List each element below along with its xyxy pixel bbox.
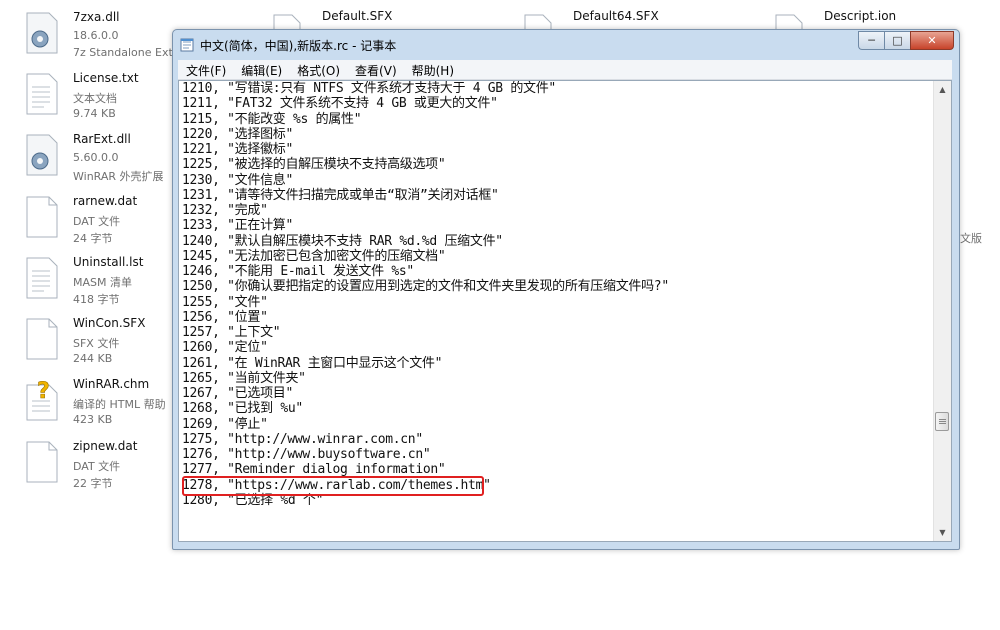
text-line: 1225, "被选择的自解压模块不支持高级选项" — [182, 157, 446, 173]
maximize-icon: □ — [892, 34, 903, 47]
text-line: 1232, "完成" — [182, 203, 268, 218]
text-line: 1257, "上下文" — [182, 325, 281, 340]
stray-file-label: 文版 — [960, 232, 982, 245]
file-type: MASM 清单 — [73, 276, 132, 289]
file-size: 7z Standalone Ext — [73, 46, 173, 59]
file-item-winrar-chm[interactable]: ? WinRAR.chm 编译的 HTML 帮助 423 KB — [25, 377, 195, 435]
file-item-rarnew[interactable]: rarnew.dat DAT 文件 24 字节 — [25, 194, 195, 252]
menu-bar: 文件(F) 编辑(E) 格式(O) 查看(V) 帮助(H) — [178, 60, 952, 80]
minimize-icon: ─ — [868, 34, 875, 47]
file-name: zipnew.dat — [73, 439, 138, 453]
gear-file-icon — [26, 12, 58, 54]
file-name: Uninstall.lst — [73, 255, 144, 269]
maximize-button[interactable]: □ — [884, 31, 910, 50]
text-line: 1275, "http://www.winrar.com.cn" — [182, 431, 423, 447]
text-file-icon — [26, 73, 58, 115]
blank-file-icon — [26, 318, 58, 360]
blank-file-icon — [26, 441, 58, 483]
file-name: License.txt — [73, 71, 139, 85]
text-line: 1220, "选择图标" — [182, 126, 294, 142]
text-line: 1211, "FAT32 文件系统不支持 4 GB 或更大的文件" — [182, 96, 498, 112]
notepad-icon — [180, 38, 194, 52]
file-size: WinRAR 外壳扩展 — [73, 170, 164, 183]
gear-file-icon — [26, 134, 58, 176]
window-title: 中文(简体，中国),新版本.rc - 记事本 — [200, 39, 397, 53]
menu-help[interactable]: 帮助(H) — [404, 60, 461, 79]
file-item-wincon[interactable]: WinCon.SFX SFX 文件 244 KB — [25, 316, 195, 374]
text-line: 1276, "http://www.buysoftware.cn" — [182, 447, 431, 462]
text-line: 1210, "写错误:只有 NTFS 文件系统才支持大于 4 GB 的文件" — [182, 81, 556, 96]
file-type: 编译的 HTML 帮助 — [73, 398, 166, 411]
file-type: 文本文档 — [73, 92, 117, 105]
file-item-7zxa[interactable]: 7zxa.dll 18.6.0.0 7z Standalone Ext — [25, 10, 195, 68]
file-type: DAT 文件 — [73, 460, 121, 473]
file-size: 22 字节 — [73, 477, 113, 490]
text-line: 1256, "位置" — [182, 309, 268, 325]
file-size: 9.74 KB — [73, 107, 116, 120]
file-name: Descript.ion — [824, 9, 897, 23]
menu-edit[interactable]: 编辑(E) — [233, 60, 289, 79]
text-line: 1267, "已选项目" — [182, 386, 294, 401]
text-line: 1230, "文件信息" — [182, 172, 294, 188]
file-type: DAT 文件 — [73, 215, 121, 228]
text-line: 1231, "请等待文件扫描完成或单击“取消”关闭对话框" — [182, 187, 499, 203]
text-line: 1269, "停止" — [182, 416, 268, 432]
text-line: 1245, "无法加密已包含加密文件的压缩文档" — [182, 248, 446, 264]
vertical-scrollbar[interactable]: ▲ ▼ — [933, 81, 951, 541]
svg-text:?: ? — [37, 379, 50, 404]
file-name: WinCon.SFX — [73, 316, 146, 330]
file-size: 423 KB — [73, 413, 113, 426]
text-line: 1221, "选择徽标" — [182, 142, 294, 157]
text-line: 1233, "正在计算" — [182, 218, 294, 234]
text-line: 1250, "你确认要把指定的设置应用到选定的文件和文件夹里发现的所有压缩文件吗… — [182, 279, 669, 295]
close-button[interactable]: ✕ — [910, 31, 954, 50]
file-size: 244 KB — [73, 352, 113, 365]
file-type: 18.6.0.0 — [73, 29, 119, 42]
file-name: Default.SFX — [322, 9, 393, 23]
file-name: 7zxa.dll — [73, 10, 120, 24]
file-size: 24 字节 — [73, 232, 113, 245]
menu-view[interactable]: 查看(V) — [347, 60, 404, 79]
scroll-up-arrow-icon[interactable]: ▲ — [934, 81, 951, 98]
file-item-license[interactable]: License.txt 文本文档 9.74 KB — [25, 71, 195, 129]
text-file-icon — [26, 257, 58, 299]
text-line: 1261, "在 WinRAR 主窗口中显示这个文件" — [182, 355, 443, 371]
file-item-zipnew[interactable]: zipnew.dat DAT 文件 22 字节 — [25, 439, 195, 497]
file-name: RarExt.dll — [73, 132, 131, 146]
file-size: 418 字节 — [73, 293, 120, 306]
file-type: SFX 文件 — [73, 337, 120, 350]
text-line: 1255, "文件" — [182, 294, 268, 310]
file-item-uninstall[interactable]: Uninstall.lst MASM 清单 418 字节 — [25, 255, 195, 313]
file-name: Default64.SFX — [573, 9, 659, 23]
menu-file[interactable]: 文件(F) — [178, 60, 233, 79]
title-bar[interactable]: 中文(简体，中国),新版本.rc - 记事本 ─ □ ✕ — [173, 30, 959, 60]
file-type: 5.60.0.0 — [73, 151, 119, 164]
text-line: 1240, "默认自解压模块不支持 RAR %d.%d 压缩文件" — [182, 233, 503, 249]
text-line: 1265, "当前文件夹" — [182, 370, 306, 386]
text-line: 1215, "不能改变 %s 的属性" — [182, 111, 362, 127]
text-editor[interactable]: 1210, "写错误:只有 NTFS 文件系统才支持大于 4 GB 的文件" 12… — [178, 80, 952, 542]
file-name: rarnew.dat — [73, 194, 138, 208]
help-file-icon: ? — [26, 379, 58, 421]
scroll-thumb[interactable] — [935, 412, 949, 431]
menu-format[interactable]: 格式(O) — [289, 60, 347, 79]
file-name: WinRAR.chm — [73, 377, 150, 391]
text-line: 1268, "已找到 %u" — [182, 401, 303, 417]
text-area[interactable]: 1210, "写错误:只有 NTFS 文件系统才支持大于 4 GB 的文件" 12… — [182, 81, 932, 541]
minimize-button[interactable]: ─ — [858, 31, 884, 50]
file-item-rarext[interactable]: RarExt.dll 5.60.0.0 WinRAR 外壳扩展 — [25, 132, 195, 190]
highlight-box — [182, 476, 484, 496]
scroll-down-arrow-icon[interactable]: ▼ — [934, 524, 951, 541]
close-icon: ✕ — [927, 34, 937, 47]
text-line: 1246, "不能用 E-mail 发送文件 %s" — [182, 264, 414, 279]
notepad-window: 中文(简体，中国),新版本.rc - 记事本 ─ □ ✕ 文件(F) 编辑(E)… — [172, 29, 960, 550]
blank-file-icon — [26, 196, 58, 238]
window-controls: ─ □ ✕ — [858, 31, 954, 51]
text-line: 1260, "定位" — [182, 340, 268, 356]
